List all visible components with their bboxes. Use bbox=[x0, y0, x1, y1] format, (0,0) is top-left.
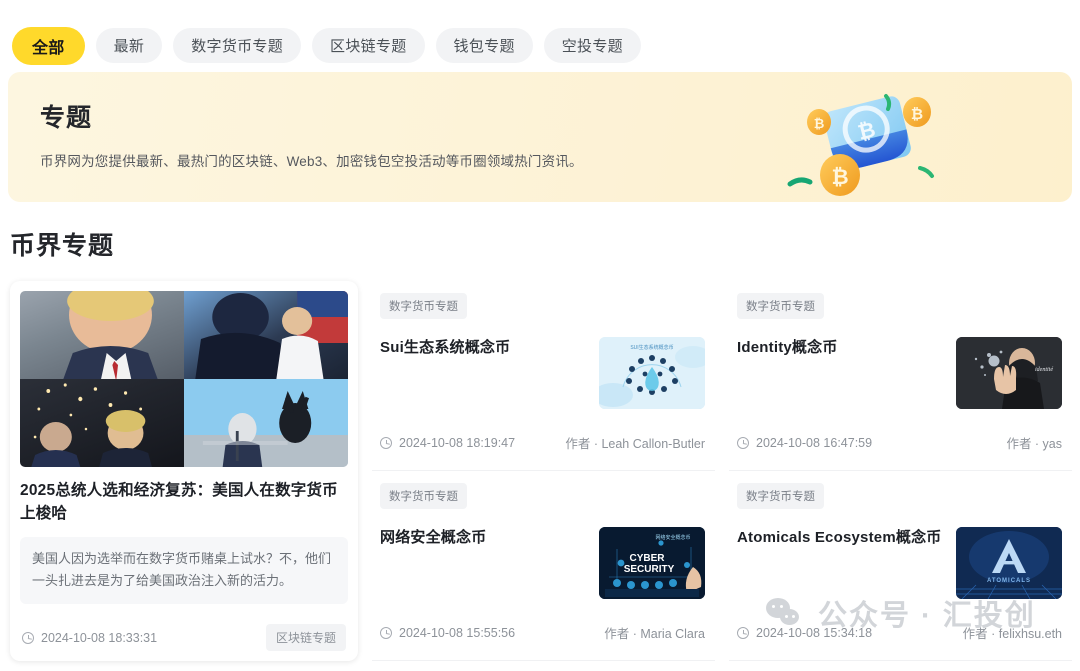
featured-meta: 2024-10-08 18:33:31 bbox=[22, 631, 157, 645]
banner-text-block: 专题 币界网为您提供最新、最热门的区块链、Web3、加密钱包空投活动等币圈领域热… bbox=[40, 98, 583, 170]
tab-wallet-topics[interactable]: 钱包专题 bbox=[435, 28, 533, 63]
article-card-sui[interactable]: 数字货币专题 Sui生态系统概念币 SUI生态系统概念币 2024-10-08 … bbox=[372, 281, 715, 471]
article-thumbnail-sui: SUI生态系统概念币 bbox=[599, 337, 705, 409]
article-tag[interactable]: 数字货币专题 bbox=[380, 293, 467, 319]
article-meta: 2024-10-08 15:55:56 bbox=[380, 626, 515, 640]
tab-latest[interactable]: 最新 bbox=[95, 28, 163, 63]
banner-subtitle: 币界网为您提供最新、最热门的区块链、Web3、加密钱包空投活动等币圈领域热门资讯… bbox=[40, 154, 583, 169]
section-title: 币界专题 bbox=[10, 232, 115, 260]
article-author: 作者 · yas bbox=[1006, 437, 1062, 451]
banner-title: 专题 bbox=[40, 104, 93, 132]
article-title: Identity概念币 bbox=[737, 339, 838, 356]
article-title: 网络安全概念币 bbox=[380, 529, 487, 546]
svg-text:CYBER: CYBER bbox=[629, 553, 665, 564]
article-thumbnail-identity: identité bbox=[956, 337, 1062, 409]
svg-text:ATOMICALS: ATOMICALS bbox=[987, 578, 1031, 584]
article-footer: 2024-10-08 15:55:56 作者 · Maria Clara bbox=[380, 623, 705, 642]
clock-icon bbox=[737, 626, 749, 639]
clock-icon bbox=[380, 436, 392, 449]
tab-airdrop-topics-label: 空投专题 bbox=[561, 38, 623, 55]
article-footer: 2024-10-08 18:19:47 作者 · Leah Callon-But… bbox=[380, 433, 705, 452]
article-author: 作者 · felixhsu.eth bbox=[962, 627, 1062, 641]
article-footer: 2024-10-08 16:47:59 作者 · yas bbox=[737, 433, 1062, 452]
collage-image-3 bbox=[20, 379, 184, 467]
blue-cube-illustration: ₿ ₿ ₿ ₿ bbox=[782, 76, 962, 202]
article-time: 2024-10-08 18:19:47 bbox=[399, 435, 516, 450]
tab-blockchain-topics[interactable]: 区块链专题 bbox=[312, 28, 425, 63]
tab-latest-label: 最新 bbox=[113, 38, 145, 55]
featured-excerpt: 美国人因为选举而在数字货币赌桌上试水？不，他们一头扎进去是为了给美国政治注入新的… bbox=[20, 536, 348, 604]
article-meta: 2024-10-08 16:47:59 bbox=[737, 436, 872, 450]
featured-title: 2025总统人选和经济复苏：美国人在数字货币上梭哈 bbox=[20, 482, 338, 523]
article-body: Atomicals Ecosystem概念币 ATOMICALS bbox=[737, 527, 1062, 599]
article-body: 网络安全概念币 网络安全概念币 CYBER SECURITY bbox=[380, 527, 705, 599]
article-card-cybersecurity[interactable]: 数字货币专题 网络安全概念币 网络安全概念币 CYBER SECURITY 20… bbox=[372, 471, 715, 661]
article-meta: 2024-10-08 15:34:18 bbox=[737, 626, 872, 640]
article-list: 数字货币专题 Sui生态系统概念币 SUI生态系统概念币 2024-10-08 … bbox=[372, 281, 1072, 661]
tab-crypto-topics-label: 数字货币专题 bbox=[191, 38, 284, 55]
article-author: 作者 · Maria Clara bbox=[604, 627, 705, 641]
collage-image-1 bbox=[20, 291, 184, 379]
svg-text:SUI生态系统概念币: SUI生态系统概念币 bbox=[630, 344, 673, 351]
tab-airdrop-topics[interactable]: 空投专题 bbox=[543, 28, 641, 63]
svg-text:₿: ₿ bbox=[814, 116, 825, 131]
featured-tag[interactable]: 区块链专题 bbox=[265, 624, 346, 651]
collage-image-4 bbox=[184, 379, 348, 467]
article-body: Identity概念币 identité bbox=[737, 337, 1062, 409]
tab-all[interactable]: 全部 bbox=[12, 26, 85, 65]
topics-content: 2025总统人选和经济复苏：美国人在数字货币上梭哈 美国人因为选举而在数字货币赌… bbox=[0, 262, 1080, 661]
article-card-atomicals[interactable]: 数字货币专题 Atomicals Ecosystem概念币 ATOMICALS bbox=[729, 471, 1072, 661]
clock-icon bbox=[737, 436, 749, 449]
svg-text:₿: ₿ bbox=[911, 106, 923, 123]
article-body: Sui生态系统概念币 SUI生态系统概念币 bbox=[380, 337, 705, 409]
article-time: 2024-10-08 15:34:18 bbox=[756, 625, 873, 640]
clock-icon bbox=[22, 631, 34, 644]
article-tag[interactable]: 数字货币专题 bbox=[737, 293, 824, 319]
article-author: 作者 · Leah Callon-Butler bbox=[565, 437, 705, 451]
featured-footer: 2024-10-08 18:33:31 区块链专题 bbox=[20, 624, 348, 651]
article-time: 2024-10-08 15:55:56 bbox=[399, 625, 516, 640]
article-tag[interactable]: 数字货币专题 bbox=[737, 483, 824, 509]
tab-all-label: 全部 bbox=[32, 39, 65, 57]
category-tab-bar: 全部 最新 数字货币专题 区块链专题 钱包专题 空投专题 bbox=[0, 0, 1080, 72]
topic-banner: 专题 币界网为您提供最新、最热门的区块链、Web3、加密钱包空投活动等币圈领域热… bbox=[8, 72, 1072, 202]
featured-image-collage bbox=[20, 291, 348, 467]
svg-text:identité: identité bbox=[1035, 367, 1053, 373]
svg-text:₿: ₿ bbox=[831, 166, 848, 189]
tab-wallet-topics-label: 钱包专题 bbox=[453, 38, 515, 55]
article-meta: 2024-10-08 18:19:47 bbox=[380, 436, 515, 450]
article-tag[interactable]: 数字货币专题 bbox=[380, 483, 467, 509]
article-time: 2024-10-08 16:47:59 bbox=[756, 435, 873, 450]
svg-text:SECURITY: SECURITY bbox=[624, 564, 675, 575]
article-thumbnail-cyber: 网络安全概念币 CYBER SECURITY bbox=[599, 527, 705, 599]
featured-time: 2024-10-08 18:33:31 bbox=[41, 630, 158, 645]
article-thumbnail-atomicals: ATOMICALS bbox=[956, 527, 1062, 599]
featured-article-card[interactable]: 2025总统人选和经济复苏：美国人在数字货币上梭哈 美国人因为选举而在数字货币赌… bbox=[10, 281, 358, 661]
article-title: Atomicals Ecosystem概念币 bbox=[737, 529, 942, 546]
svg-text:网络安全概念币: 网络安全概念币 bbox=[655, 534, 690, 541]
tab-crypto-topics[interactable]: 数字货币专题 bbox=[173, 28, 302, 63]
collage-image-2 bbox=[184, 291, 348, 379]
tab-blockchain-topics-label: 区块链专题 bbox=[330, 38, 407, 55]
article-title: Sui生态系统概念币 bbox=[380, 339, 511, 356]
article-footer: 2024-10-08 15:34:18 作者 · felixhsu.eth bbox=[737, 623, 1062, 642]
clock-icon bbox=[380, 626, 392, 639]
article-card-identity[interactable]: 数字货币专题 Identity概念币 identité 2024-10-08 1… bbox=[729, 281, 1072, 471]
